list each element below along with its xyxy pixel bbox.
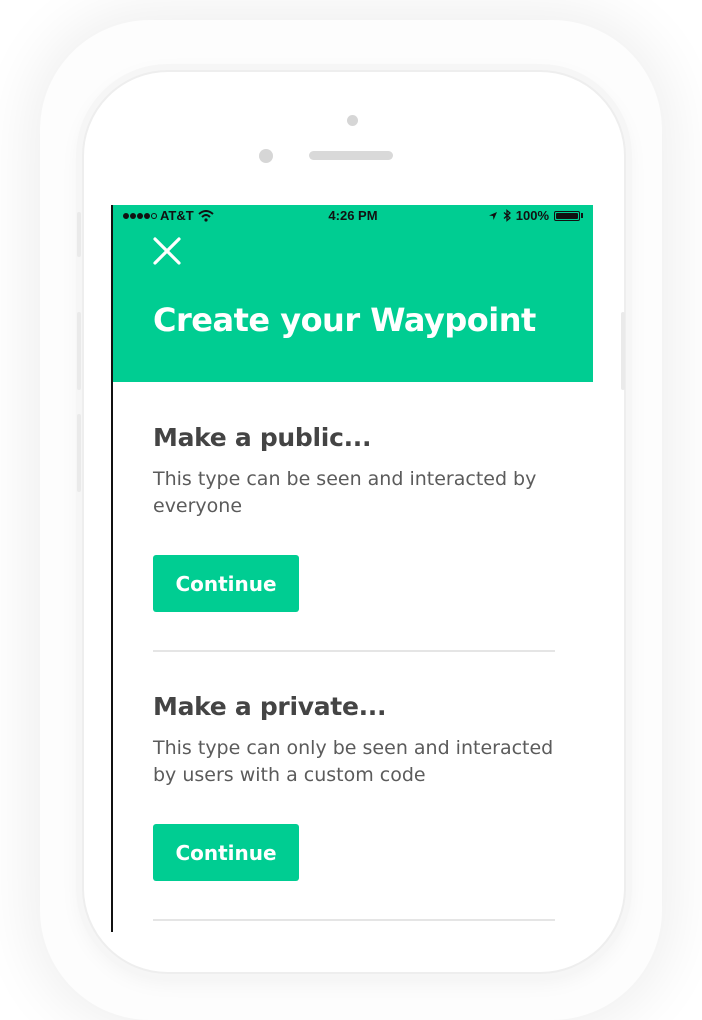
front-camera	[347, 115, 358, 126]
status-bar: AT&T 4:26 PM 100%	[113, 205, 593, 227]
public-option-section: Make a public... This type can be seen a…	[153, 423, 555, 520]
location-arrow-icon	[488, 211, 497, 220]
section-divider	[153, 650, 555, 652]
proximity-sensor	[259, 149, 273, 163]
battery-tip	[581, 213, 583, 218]
phone-volume-down	[77, 414, 81, 492]
battery-icon	[554, 210, 580, 221]
page-title: Create your Waypoint	[153, 301, 536, 339]
header-bar: AT&T 4:26 PM 100% Create your Waypoint	[113, 205, 593, 382]
phone-mute-switch	[77, 212, 81, 257]
status-right: 100%	[488, 208, 583, 223]
battery-percent: 100%	[515, 208, 549, 223]
app-screen: AT&T 4:26 PM 100% Create your Waypoint M…	[111, 205, 593, 932]
earpiece-speaker	[309, 151, 393, 160]
private-option-heading: Make a private...	[153, 692, 387, 721]
close-button[interactable]	[151, 235, 183, 267]
section-divider	[153, 919, 555, 921]
private-continue-button[interactable]: Continue	[153, 824, 299, 881]
public-option-heading: Make a public...	[153, 423, 372, 452]
phone-power-button	[621, 312, 625, 390]
public-continue-button[interactable]: Continue	[153, 555, 299, 612]
public-option-description: This type can be seen and interacted by …	[153, 468, 537, 517]
bluetooth-icon	[503, 209, 511, 222]
private-option-section: Make a private... This type can only be …	[153, 692, 555, 789]
close-icon	[153, 237, 181, 265]
private-option-description: This type can only be seen and interacte…	[153, 737, 554, 786]
phone-volume-up	[77, 312, 81, 390]
